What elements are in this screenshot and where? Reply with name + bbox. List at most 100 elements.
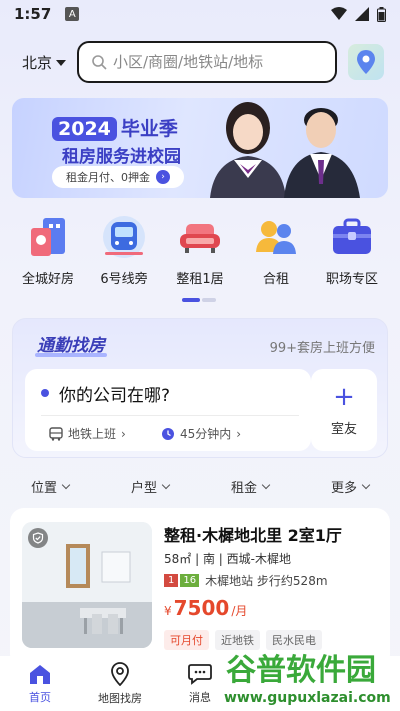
plus-icon: + bbox=[333, 381, 355, 412]
search-icon bbox=[92, 55, 107, 70]
sofa-icon bbox=[180, 224, 220, 253]
map-pin-icon bbox=[111, 661, 129, 686]
category-row: 全城好房 6号线旁 整租1居 合租 职场专区 bbox=[10, 214, 390, 294]
category-label: 全城好房 bbox=[21, 272, 74, 287]
listing-meta: 58㎡ | 南 | 西城-木樨地 bbox=[164, 552, 291, 566]
tab-home[interactable]: 首页 bbox=[0, 656, 80, 711]
chevron-right-icon: › bbox=[121, 426, 126, 441]
company-location-input[interactable]: 你的公司在哪? 地铁上班 › 45分钟内 › bbox=[25, 369, 311, 451]
signal-icon bbox=[355, 7, 369, 21]
map-pin-icon bbox=[357, 50, 375, 74]
listing-card[interactable]: 整租·木樨地北里 2室1厅 58㎡ | 南 | 西城-木樨地 1 16 木樨地站 … bbox=[10, 508, 390, 668]
category-page-indicator bbox=[182, 298, 218, 302]
add-roommate-button[interactable]: + 室友 bbox=[311, 369, 377, 451]
divider bbox=[41, 415, 299, 416]
status-bar: 1:57 A bbox=[0, 0, 400, 28]
filter-label: 租金 bbox=[230, 480, 257, 496]
chat-bubble-icon bbox=[188, 663, 212, 685]
banner-people-illustration bbox=[210, 102, 360, 198]
metro-line-16-badge: 16 bbox=[180, 574, 200, 587]
category-all-city[interactable]: 全城好房 bbox=[10, 214, 86, 294]
banner-year: 2024 bbox=[52, 117, 117, 141]
city-label: 北京 bbox=[22, 54, 53, 72]
indicator-active bbox=[182, 298, 200, 302]
map-location-button[interactable] bbox=[348, 44, 384, 80]
category-shared[interactable]: 合租 bbox=[238, 214, 314, 294]
filter-label: 户型 bbox=[130, 480, 157, 496]
chevron-right-icon: › bbox=[236, 426, 242, 441]
location-dot-icon bbox=[41, 389, 49, 397]
chevron-down-icon bbox=[361, 480, 371, 489]
banner-headline-text: 毕业季 bbox=[120, 118, 178, 140]
price-unit: /月 bbox=[231, 604, 248, 618]
notification-a-icon: A bbox=[65, 7, 80, 21]
category-workplace[interactable]: 职场专区 bbox=[314, 214, 390, 294]
category-whole-1br[interactable]: 整租1居 bbox=[162, 214, 238, 294]
roommate-label: 室友 bbox=[330, 421, 357, 437]
banner-subheadline: 租房服务进校园 bbox=[62, 147, 181, 167]
filter-layout[interactable]: 户型 bbox=[100, 476, 200, 496]
arrow-right-icon: › bbox=[156, 170, 170, 184]
home-icon bbox=[30, 664, 50, 684]
listing-title: 整租·木樨地北里 2室1厅 bbox=[164, 526, 342, 545]
tab-map-search[interactable]: 地图找房 bbox=[80, 656, 160, 711]
bus-icon bbox=[49, 426, 63, 441]
watermark-main: 谷普软件园 bbox=[226, 653, 376, 688]
price-value: 7500 bbox=[173, 596, 230, 620]
tab-label: 消息 bbox=[189, 690, 211, 704]
caret-down-icon bbox=[56, 59, 67, 66]
top-bar: 北京 bbox=[0, 40, 400, 86]
commute-search-card: 通勤找房 99+套房上班方便 你的公司在哪? 地铁上班 › 45分钟内 › + … bbox=[12, 318, 388, 458]
wifi-icon bbox=[331, 7, 347, 20]
chevron-down-icon bbox=[161, 480, 171, 489]
filter-more[interactable]: 更多 bbox=[300, 476, 400, 496]
filter-label: 位置 bbox=[30, 480, 57, 496]
city-selector[interactable]: 北京 bbox=[22, 52, 67, 73]
banner-pill[interactable]: 租金月付、0押金 › bbox=[52, 166, 184, 188]
category-label: 职场专区 bbox=[325, 272, 378, 287]
site-watermark: 谷普软件园 www.gupuxlazai.com bbox=[224, 652, 392, 706]
metro-distance: 木樨地站 步行约528m bbox=[205, 574, 328, 588]
metro-line-1-badge: 1 bbox=[164, 574, 179, 587]
listing-price: ¥ 7500 /月 bbox=[164, 596, 247, 620]
banner-headline: 2024 毕业季 bbox=[52, 114, 178, 141]
tab-label: 首页 bbox=[29, 690, 51, 704]
verified-shield-icon bbox=[28, 528, 48, 548]
company-question: 你的公司在哪? bbox=[59, 386, 171, 406]
promo-banner[interactable]: 2024 毕业季 租房服务进校园 租金月付、0押金 › bbox=[12, 98, 388, 198]
clock-icon bbox=[162, 427, 174, 440]
status-icons bbox=[331, 6, 386, 22]
tab-label: 地图找房 bbox=[98, 691, 142, 705]
commute-mode-label: 地铁上班 bbox=[68, 427, 117, 441]
listing-metro: 1 16 木樨地站 步行约528m bbox=[164, 572, 328, 589]
chevron-down-icon bbox=[261, 480, 271, 489]
chevron-down-icon bbox=[61, 480, 71, 489]
filter-bar: 位置 户型 租金 更多 bbox=[0, 476, 400, 496]
city-building-icon bbox=[31, 218, 65, 256]
title-underline bbox=[35, 353, 107, 357]
status-time: 1:57 bbox=[14, 5, 52, 23]
briefcase-icon bbox=[333, 218, 371, 254]
price-currency: ¥ bbox=[164, 604, 172, 618]
battery-icon bbox=[377, 6, 386, 22]
filter-location[interactable]: 位置 bbox=[0, 476, 100, 496]
filter-rent[interactable]: 租金 bbox=[200, 476, 300, 496]
banner-pill-text: 租金月付、0押金 bbox=[66, 171, 150, 184]
commute-mode-selector[interactable]: 地铁上班 › bbox=[49, 425, 126, 442]
metro-train-icon bbox=[103, 216, 145, 258]
search-input[interactable] bbox=[113, 53, 313, 71]
watermark-url: www.gupuxlazai.com bbox=[224, 690, 391, 706]
commute-duration-selector[interactable]: 45分钟内 › bbox=[161, 425, 241, 442]
category-label: 合租 bbox=[262, 272, 289, 287]
category-line6[interactable]: 6号线旁 bbox=[86, 214, 162, 294]
filter-label: 更多 bbox=[330, 480, 357, 496]
commute-count: 99+套房上班方便 bbox=[269, 341, 375, 356]
commute-duration-label: 45分钟内 bbox=[180, 427, 232, 441]
people-icon bbox=[256, 221, 296, 254]
indicator-inactive bbox=[202, 298, 216, 302]
listing-photo[interactable] bbox=[22, 522, 152, 648]
search-box[interactable] bbox=[77, 41, 337, 83]
tag-monthly-pay: 可月付 bbox=[164, 630, 209, 650]
category-label: 整租1居 bbox=[176, 272, 224, 287]
category-label: 6号线旁 bbox=[100, 272, 148, 287]
